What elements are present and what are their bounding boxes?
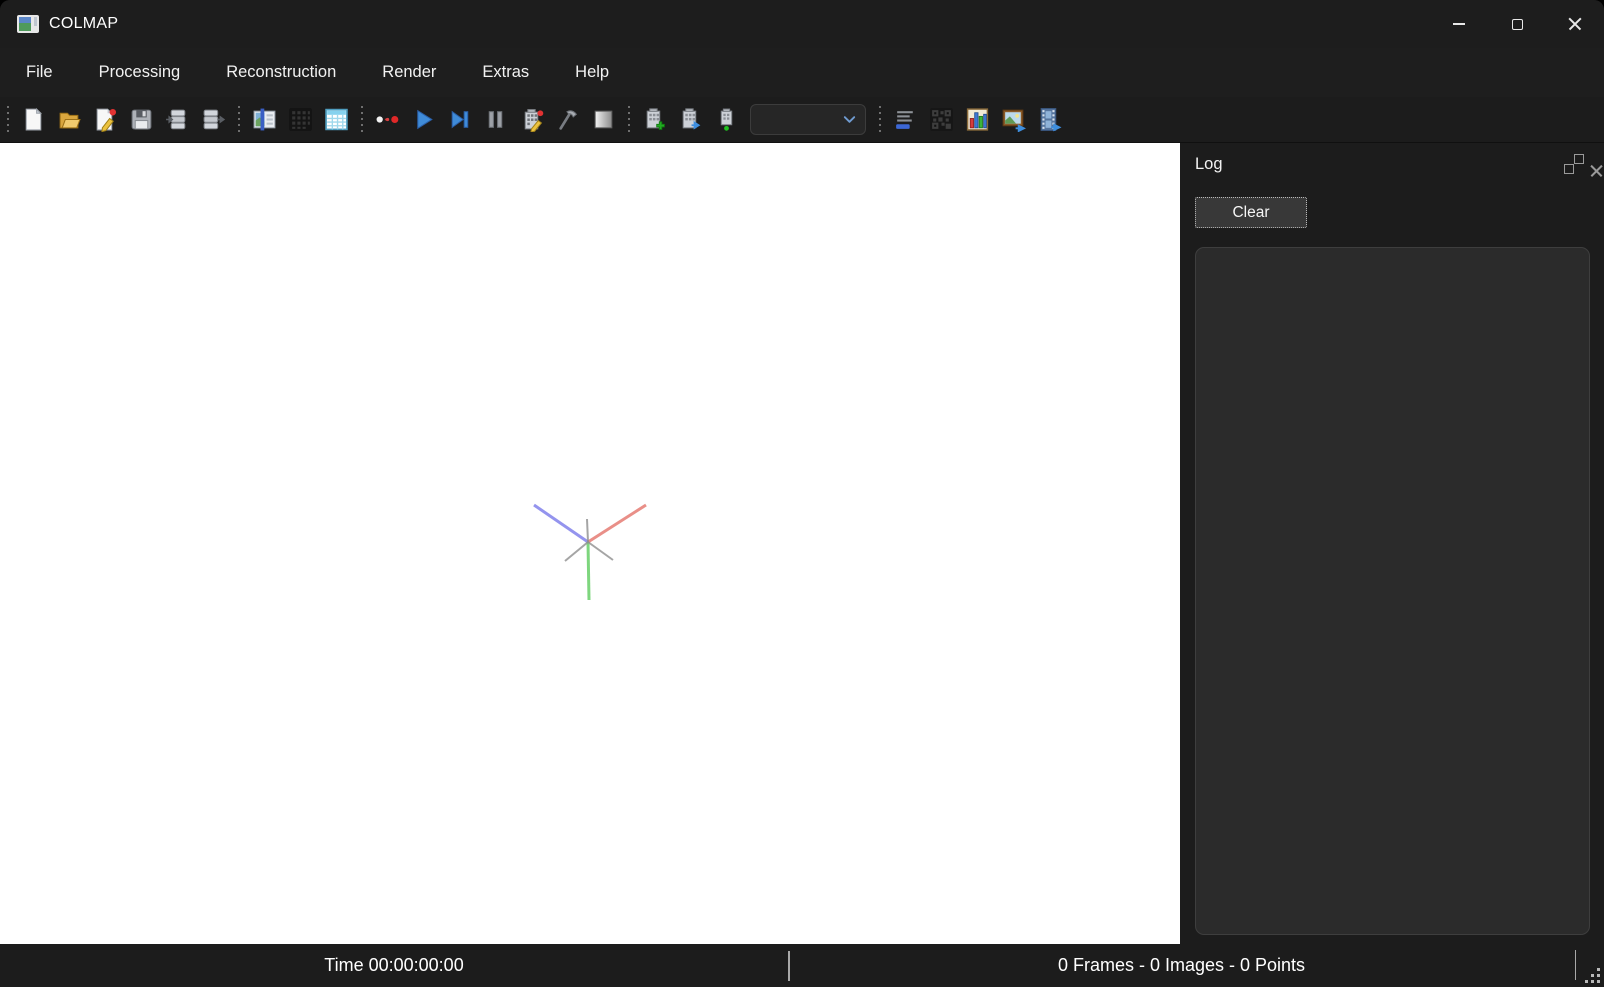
export-model-button[interactable] (195, 101, 231, 139)
edit-project-button[interactable] (87, 101, 123, 139)
status-time: Time 00:00:00:00 (324, 955, 464, 975)
new-model-button[interactable] (636, 101, 672, 139)
model-overview-icon (720, 108, 732, 131)
toolbar-separator (878, 103, 882, 136)
maximize-icon (1511, 18, 1523, 30)
dense-reconstruction-icon (558, 110, 577, 130)
feature-matching-icon (288, 108, 312, 131)
maximize-button[interactable] (1488, 0, 1546, 48)
close-icon (1568, 17, 1582, 31)
log-panel-header: Log (1195, 143, 1603, 185)
menu-extras[interactable]: Extras (482, 63, 529, 82)
x-axis-line (587, 503, 647, 544)
colmap-window: COLMAP File Processing Reconstruction Re… (0, 0, 1604, 987)
step-reconstruction-icon (451, 110, 468, 129)
close-button[interactable] (1546, 0, 1604, 48)
model-overview-button[interactable] (708, 101, 744, 139)
database-management-button[interactable] (318, 101, 354, 139)
colmap-app-icon (17, 15, 39, 33)
open-project-button[interactable] (51, 101, 87, 139)
grab-image-button[interactable] (995, 101, 1031, 139)
grab-image-icon (1002, 109, 1026, 132)
log-toggle-button[interactable] (887, 101, 923, 139)
toolbar-separator (627, 103, 631, 136)
statistics-icon (966, 108, 988, 131)
new-project-button[interactable] (15, 101, 51, 139)
toolbar-separator (6, 103, 10, 136)
neg-x-axis-line (564, 541, 589, 562)
pause-reconstruction-button[interactable] (477, 101, 513, 139)
model-selector-dropdown[interactable] (750, 104, 866, 135)
neg-z-axis-line (587, 541, 614, 561)
main-area: Log Clear (0, 143, 1604, 944)
dense-reconstruction-button[interactable] (549, 101, 585, 139)
save-project-icon (131, 109, 151, 130)
minimize-button[interactable] (1430, 0, 1488, 48)
grab-movie-button[interactable] (1031, 101, 1067, 139)
reconstruction-options-icon (376, 115, 398, 124)
y-axis-line (586, 541, 591, 601)
bundle-adjustment-button[interactable] (513, 101, 549, 139)
match-matrix-icon (929, 108, 953, 131)
status-separator (1574, 950, 1576, 980)
z-axis-line (533, 503, 589, 544)
export-model-icon (203, 109, 225, 130)
match-matrix-button[interactable] (923, 101, 959, 139)
pause-reconstruction-icon (488, 111, 502, 128)
bundle-adjustment-icon (524, 109, 543, 132)
log-icon (895, 111, 913, 129)
database-management-icon (324, 108, 348, 131)
menu-bar: File Processing Reconstruction Render Ex… (0, 48, 1604, 97)
feature-extraction-button[interactable] (246, 101, 282, 139)
start-reconstruction-icon (416, 109, 433, 130)
toolbar-separator (360, 103, 364, 136)
log-panel-title: Log (1195, 154, 1223, 173)
log-panel: Log Clear (1180, 143, 1604, 944)
chevron-down-icon (843, 116, 856, 123)
axis-gizmo (533, 503, 647, 601)
resize-grip[interactable] (1582, 965, 1600, 983)
neg-y-axis-line (586, 518, 589, 543)
feature-matching-button[interactable] (282, 101, 318, 139)
clear-log-button[interactable]: Clear (1195, 197, 1307, 228)
import-model-icon (165, 109, 185, 130)
step-reconstruction-button[interactable] (441, 101, 477, 139)
import-model-button[interactable] (159, 101, 195, 139)
reconstruction-options-button[interactable] (369, 101, 405, 139)
render-options-button[interactable] (585, 101, 621, 139)
model-viewport[interactable] (0, 143, 1180, 944)
new-model-icon (646, 108, 665, 130)
window-title: COLMAP (49, 15, 119, 32)
window-controls (1430, 0, 1604, 48)
minimize-icon (1453, 23, 1465, 25)
menu-processing[interactable]: Processing (99, 63, 181, 82)
status-counts: 0 Frames - 0 Images - 0 Points (1057, 955, 1306, 975)
grab-movie-icon (1040, 108, 1061, 132)
status-bar: Time 00:00:00:00 0 Frames - 0 Images - 0… (0, 944, 1604, 987)
statistics-button[interactable] (959, 101, 995, 139)
import-into-model-button[interactable] (672, 101, 708, 139)
save-project-button[interactable] (123, 101, 159, 139)
menu-render[interactable]: Render (382, 63, 436, 82)
open-project-icon (59, 112, 81, 129)
menu-file[interactable]: File (26, 63, 53, 82)
menu-help[interactable]: Help (575, 63, 609, 82)
edit-project-icon (96, 108, 116, 132)
menu-reconstruction[interactable]: Reconstruction (226, 63, 336, 82)
render-options-icon (594, 110, 612, 129)
title-bar: COLMAP (0, 0, 1604, 48)
log-output-area[interactable] (1195, 247, 1590, 935)
new-project-icon (25, 107, 42, 131)
start-reconstruction-button[interactable] (405, 101, 441, 139)
toolbar (0, 97, 1604, 143)
toolbar-separator (237, 103, 241, 136)
feature-extraction-icon (253, 108, 275, 131)
import-into-model-icon (682, 108, 700, 130)
